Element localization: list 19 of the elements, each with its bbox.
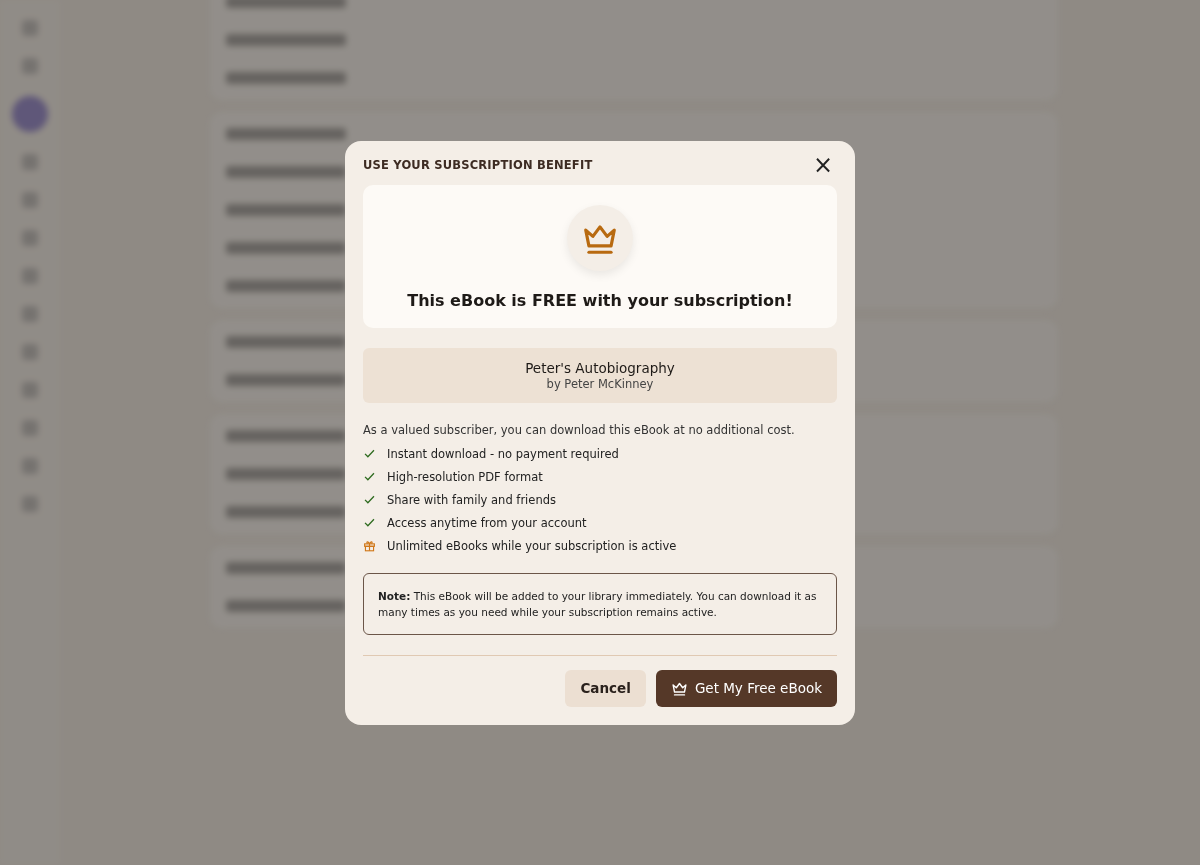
book-title: Peter's Autobiography — [525, 359, 675, 376]
dialog-title: USE YOUR SUBSCRIPTION BENEFIT — [363, 157, 593, 172]
check-icon — [363, 493, 376, 506]
check-icon — [363, 516, 376, 529]
benefit-text: Access anytime from your account — [387, 515, 587, 530]
cancel-button[interactable]: Cancel — [565, 669, 646, 707]
benefit-text: Share with family and friends — [387, 492, 556, 507]
check-icon — [363, 470, 376, 483]
check-icon — [363, 447, 376, 460]
book-author: by Peter McKinney — [546, 376, 654, 391]
get-ebook-button[interactable]: Get My Free eBook — [655, 669, 837, 707]
note-box: Note: This eBook will be added to your library immediately. You can download it as many times as you need while your subscription remains active. — [363, 572, 837, 635]
gift-icon — [363, 539, 376, 552]
intro-text: As a valued subscriber, you can download this eBook at no additional cost. — [363, 422, 796, 437]
benefit-text: Unlimited eBooks while your subscription is active — [387, 538, 677, 553]
benefit-text: High-resolution PDF format — [387, 469, 543, 484]
benefit-text: Instant download - no payment required — [387, 446, 619, 461]
headline: This eBook is FREE with your subscription! — [407, 290, 793, 310]
close-button[interactable]: × — [808, 154, 837, 175]
